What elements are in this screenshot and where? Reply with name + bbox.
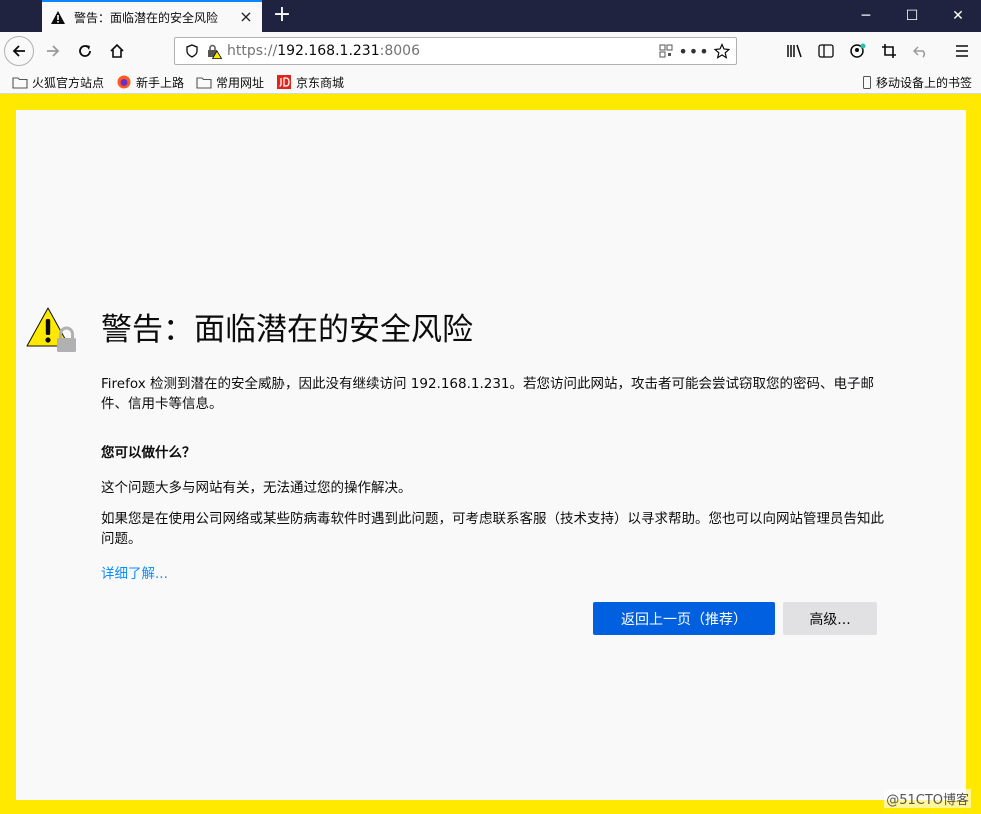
- bookmark-item[interactable]: 常用网址: [196, 73, 264, 91]
- reload-button[interactable]: [70, 36, 100, 66]
- what-can-you-do-heading: 您可以做什么？: [101, 445, 196, 461]
- arrow-left-icon: [12, 45, 25, 57]
- warning-icon: [50, 9, 66, 25]
- account-icon[interactable]: [843, 36, 873, 66]
- page-actions-icon[interactable]: •••: [678, 38, 708, 64]
- tab-title: 警告：面临潜在的安全风险: [74, 10, 219, 25]
- mobile-bookmarks-label: 移动设备上的书签: [876, 75, 973, 90]
- qr-code-icon[interactable]: [652, 38, 680, 64]
- back-button[interactable]: [4, 36, 34, 66]
- forward-button[interactable]: [38, 36, 68, 66]
- url-host: 192.168.1.231: [277, 43, 380, 59]
- mobile-bookmarks[interactable]: 移动设备上的书签: [862, 73, 972, 91]
- bookmark-item[interactable]: 火狐官方站点: [12, 73, 104, 91]
- mobile-phone-icon: [862, 75, 872, 89]
- url-scheme: https://: [227, 43, 278, 59]
- bookmark-label: 新手上路: [136, 75, 185, 90]
- bookmark-label: 火狐官方站点: [32, 75, 105, 90]
- page-title: 警告：面临潜在的安全风险: [101, 312, 473, 348]
- firefox-icon: [116, 75, 132, 89]
- learn-more-link[interactable]: 详细了解...: [101, 562, 168, 582]
- minimize-button[interactable]: ─: [843, 0, 889, 32]
- bookmark-label: 京东商城: [296, 75, 345, 90]
- folder-icon: [196, 75, 212, 89]
- jd-logo-icon: [276, 75, 292, 89]
- error-description: Firefox 检测到潜在的安全威胁，因此没有继续访问 192.168.1.23…: [101, 376, 875, 412]
- watermark: @51CTO博客: [884, 789, 971, 808]
- close-tab-icon[interactable]: ×: [238, 9, 254, 25]
- screenshot-crop-icon[interactable]: [874, 36, 904, 66]
- help-paragraph: 如果您是在使用公司网络或某些防病毒软件时遇到此问题，可考虑联系客服（技术支持）以…: [101, 511, 884, 547]
- url-text[interactable]: https://192.168.1.231:8006: [227, 43, 652, 59]
- close-window-button[interactable]: ✕: [935, 0, 981, 32]
- nav-bar: https://192.168.1.231:8006 •••: [0, 32, 981, 70]
- shield-icon[interactable]: [183, 42, 201, 60]
- library-icon[interactable]: [780, 36, 810, 66]
- bookmarks-bar: 火狐官方站点 新手上路 常用网址 京东商城 移动设备上的书签: [0, 70, 981, 94]
- hamburger-menu-icon[interactable]: [947, 36, 977, 66]
- sidebar-icon[interactable]: [811, 36, 841, 66]
- bookmark-label: 常用网址: [216, 75, 265, 90]
- arrow-right-icon: [47, 45, 60, 57]
- tab-strip: 警告：面临潜在的安全风险 × + ─ ☐ ✕: [0, 0, 981, 32]
- explanation-paragraph: 这个问题大多与网站有关，无法通过您的操作解决。: [101, 480, 412, 496]
- folder-icon: [12, 75, 28, 89]
- insecure-lock-icon[interactable]: [205, 42, 223, 60]
- reload-icon: [79, 45, 91, 57]
- warning-lock-icon: [26, 305, 80, 359]
- undo-icon[interactable]: [906, 36, 936, 66]
- url-bar[interactable]: https://192.168.1.231:8006 •••: [174, 37, 737, 65]
- active-tab[interactable]: 警告：面临潜在的安全风险 ×: [42, 0, 262, 32]
- maximize-button[interactable]: ☐: [889, 0, 935, 32]
- home-button[interactable]: [102, 36, 132, 66]
- home-icon: [110, 43, 124, 58]
- new-tab-button[interactable]: +: [268, 0, 296, 32]
- error-page: 警告：面临潜在的安全风险 Firefox 检测到潜在的安全威胁，因此没有继续访问…: [16, 110, 966, 800]
- advanced-button[interactable]: 高级...: [783, 602, 877, 635]
- bookmark-star-icon[interactable]: [708, 38, 736, 64]
- bookmark-item[interactable]: 新手上路: [116, 73, 184, 91]
- go-back-button[interactable]: 返回上一页（推荐）: [593, 602, 775, 635]
- url-port: :8006: [379, 43, 420, 59]
- bookmark-item[interactable]: 京东商城: [276, 73, 344, 91]
